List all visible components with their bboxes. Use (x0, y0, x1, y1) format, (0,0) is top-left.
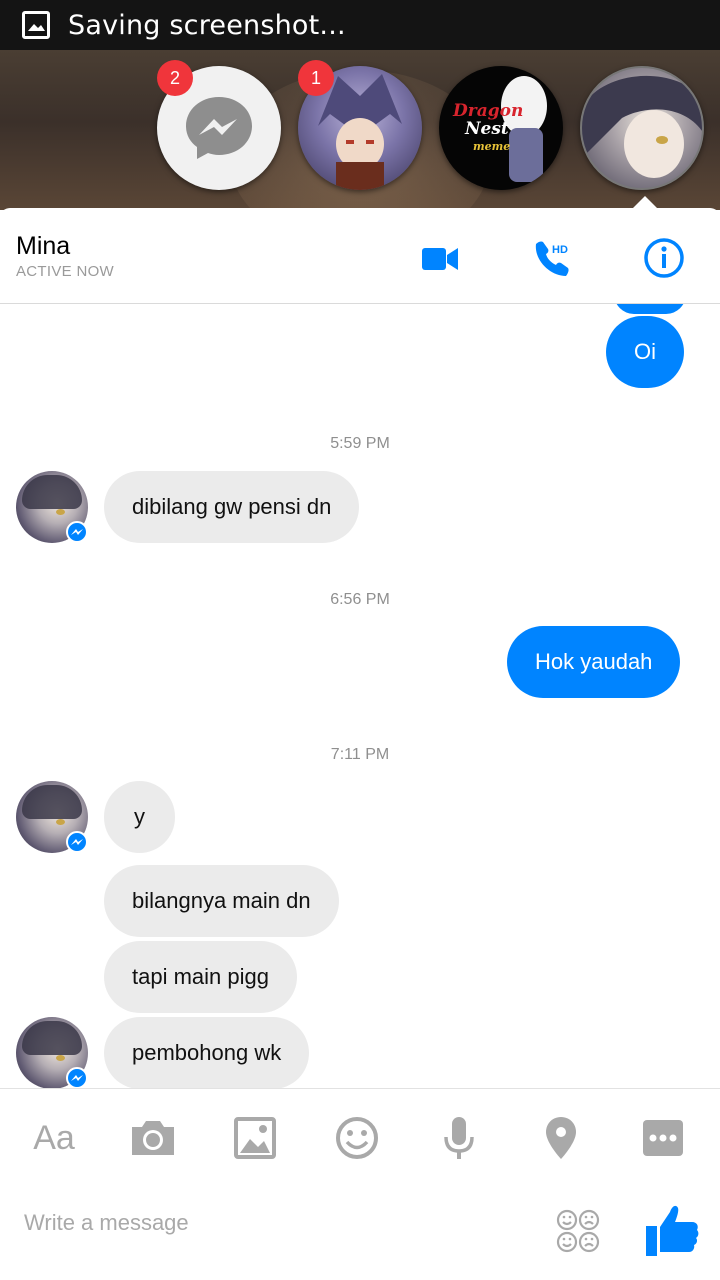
message-bubble-incoming[interactable]: dibilang gw pensi dn (104, 471, 360, 543)
composer-toolbar: Aa (0, 1088, 720, 1184)
chat-head-dragon-nest-meme[interactable]: Dragon Nest meme (439, 66, 563, 190)
avatar[interactable] (16, 1017, 88, 1088)
status-notification-text: Saving screenshot... (68, 9, 346, 41)
messenger-badge-icon (66, 521, 88, 543)
message-bubble-incoming[interactable]: tapi main pigg (104, 941, 297, 1013)
video-call-icon[interactable] (418, 236, 462, 280)
contact-name[interactable]: Mina (16, 232, 70, 261)
svg-text:HD: HD (552, 244, 568, 256)
timestamp: 7:11 PM (330, 746, 390, 763)
avatar[interactable] (16, 781, 88, 853)
presence-status: ACTIVE NOW (16, 263, 115, 280)
message-input[interactable] (24, 1210, 524, 1236)
screenshot-image-icon (22, 11, 50, 39)
chat-panel: Mina ACTIVE NOW HD Oi 5:59 PM dibilang g… (0, 208, 720, 1280)
location-pin-icon[interactable] (536, 1113, 586, 1163)
text-format-button[interactable]: Aa (26, 1113, 82, 1163)
emoji-icon[interactable] (332, 1113, 382, 1163)
timestamp: 5:59 PM (330, 435, 390, 452)
chat-heads-strip: 2 1 Dragon Nest meme (0, 50, 720, 210)
timestamp: 6:56 PM (330, 591, 390, 608)
like-thumbs-up-icon[interactable] (642, 1200, 702, 1260)
message-list[interactable]: Oi 5:59 PM dibilang gw pensi dn 6:56 PM … (0, 304, 720, 1088)
gallery-icon[interactable] (230, 1113, 280, 1163)
status-bar: Saving screenshot... (0, 0, 720, 50)
more-options-icon[interactable] (638, 1113, 688, 1163)
dragon-nest-logo: Dragon Nest meme (453, 101, 524, 153)
messenger-badge-icon (66, 831, 88, 853)
message-bubble-incoming[interactable]: bilangnya main dn (104, 865, 339, 937)
active-chat-pointer (631, 196, 659, 210)
messenger-badge-icon (66, 1067, 88, 1088)
camera-icon[interactable] (128, 1113, 178, 1163)
message-composer (0, 1184, 720, 1280)
microphone-icon[interactable] (434, 1113, 484, 1163)
chat-head-contact-1-badge: 1 (298, 60, 334, 96)
chat-head-mina[interactable] (580, 66, 704, 190)
message-bubble-incoming[interactable]: pembohong wk (104, 1017, 310, 1088)
message-bubble-incoming[interactable]: y (104, 781, 175, 853)
conversation-header: Mina ACTIVE NOW HD (0, 208, 720, 304)
info-icon[interactable] (642, 236, 686, 280)
avatar-illustration (582, 76, 702, 178)
message-bubble-outgoing-partial[interactable] (614, 304, 686, 314)
message-bubble-outgoing[interactable]: Hok yaudah (507, 626, 681, 698)
chat-head-messenger-badge: 2 (157, 60, 193, 96)
message-bubble-outgoing[interactable]: Oi (606, 316, 684, 388)
stickers-icon[interactable] (555, 1208, 601, 1254)
avatar[interactable] (16, 471, 88, 543)
messenger-icon (186, 97, 252, 159)
voice-call-hd-icon[interactable]: HD (530, 236, 574, 280)
